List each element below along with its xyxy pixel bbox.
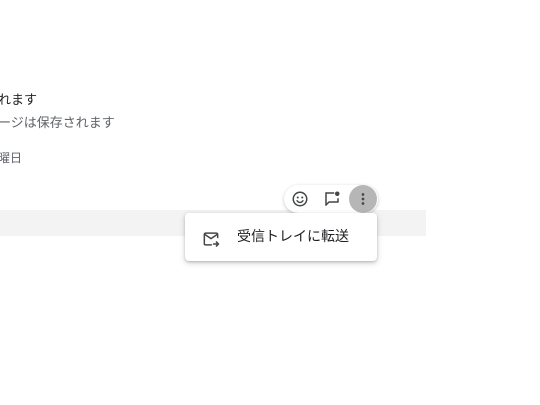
- message-text-line-1: れます: [0, 93, 38, 108]
- message-action-bar: [284, 185, 378, 213]
- forward-to-inbox-icon: [201, 229, 221, 249]
- more-options-menu: 受信トレイに転送: [185, 213, 377, 261]
- message-date-text: 曜日: [0, 151, 23, 165]
- add-reaction-button[interactable]: [286, 185, 314, 213]
- more-vert-icon: [354, 190, 372, 208]
- more-options-button[interactable]: [349, 185, 377, 213]
- reply-thread-button[interactable]: [318, 185, 346, 213]
- flag-comment-icon: [323, 190, 341, 208]
- emoji-icon: [291, 190, 309, 208]
- message-text-line-2: ージは保存されます: [0, 116, 115, 131]
- menu-item-label: 受信トレイに転送: [237, 229, 349, 245]
- menu-item-forward-to-inbox[interactable]: 受信トレイに転送: [185, 213, 377, 261]
